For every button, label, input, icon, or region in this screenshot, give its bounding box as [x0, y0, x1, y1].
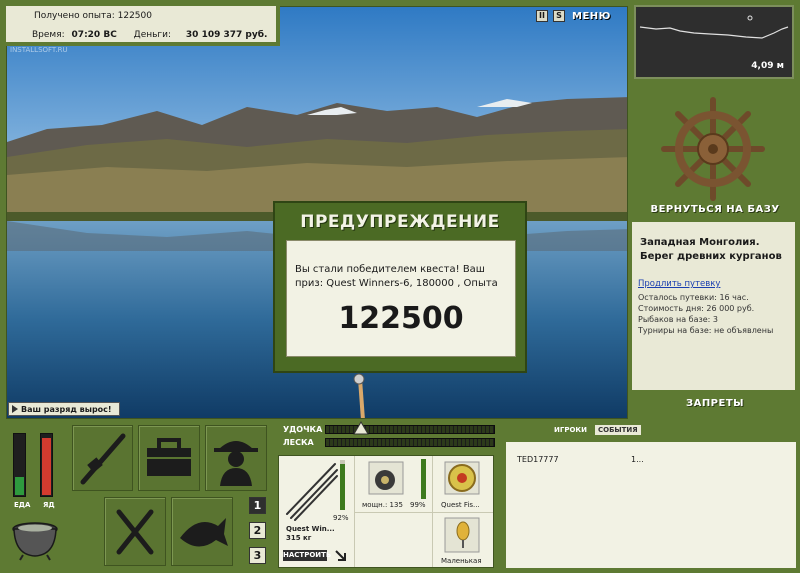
pause-button[interactable]: II: [536, 10, 548, 22]
hud-info-panel: Получено опыта: 122500 Время: 07:20 ВС Д…: [6, 6, 280, 46]
sound-button[interactable]: S: [553, 10, 565, 22]
extend-trip-link[interactable]: Продлить путевку: [638, 279, 720, 289]
time-money-row: Время: 07:20 ВС Деньги: 30 109 377 руб.: [32, 30, 267, 40]
experience-label: Получено опыта:: [34, 11, 115, 21]
players-tabs: ИГРОКИ СОБЫТИЯ: [554, 425, 641, 435]
depth-value: 4,09 м: [751, 61, 784, 71]
top-controls: II S МЕНЮ: [536, 9, 611, 23]
food-level-fill: [15, 477, 24, 495]
time-value: 07:20 ВС: [71, 30, 117, 40]
tab-players[interactable]: ИГРОКИ: [554, 426, 587, 434]
player-value: 1...: [631, 455, 644, 464]
line-tension-bar: [325, 438, 495, 447]
anglers-count: Рыбаков на базе: 3: [638, 315, 718, 324]
warning-title: ПРЕДУПРЕЖДЕНИЕ: [300, 212, 500, 232]
time-label: Время:: [32, 30, 65, 40]
line-name: Quest Fis...: [441, 501, 480, 509]
rod-durability-fill: [340, 464, 345, 510]
ship-wheel-icon[interactable]: [660, 96, 766, 202]
return-to-base-button[interactable]: ВЕРНУТЬСЯ НА БАЗУ: [630, 204, 800, 215]
food-label: ЕДА: [14, 501, 31, 509]
money-value: 30 109 377 руб.: [185, 30, 268, 40]
slot-2-button[interactable]: 2: [249, 522, 266, 539]
rod-tile[interactable]: [72, 425, 133, 491]
fish-tile[interactable]: [171, 497, 233, 566]
tournaments-status: Турниры на базе: не объявлены: [638, 326, 774, 335]
fishing-rod-icon: [80, 433, 126, 485]
rod-item-icon: [286, 463, 338, 521]
spinner-lure-icon: [444, 517, 480, 553]
line-spool-icon: [444, 461, 480, 495]
slot-1-button[interactable]: 1: [249, 497, 266, 514]
location-info-panel: Западная Монголия. Берег древних кургано…: [632, 222, 795, 390]
rod-bar-label: УДОЧКА: [283, 425, 323, 434]
location-name: Западная Монголия. Берег древних кургано…: [640, 236, 782, 264]
cauldron-icon[interactable]: [9, 511, 61, 561]
reel-slot[interactable]: мощн.: 135 99%: [355, 456, 433, 512]
angler-tile[interactable]: [205, 425, 267, 491]
warning-value: 122500: [338, 301, 464, 336]
knife-fork-icon: [116, 509, 154, 555]
rd-gauge: [40, 433, 53, 497]
watermark: INSTALLSOFT.RU: [10, 46, 68, 54]
reel-durability-bar: [421, 459, 426, 499]
reel-durability: 99%: [410, 501, 426, 509]
money-label: Деньги:: [133, 30, 172, 40]
arrow-right-icon: [12, 405, 18, 413]
food-tile[interactable]: [104, 497, 166, 566]
bobber-marker-icon: [747, 15, 753, 21]
rod-durability-bar: [340, 460, 345, 510]
slot-3-button[interactable]: 3: [249, 547, 266, 564]
warning-body: Вы стали победителем квеста! Ваш приз: Q…: [286, 240, 516, 357]
warning-text: Вы стали победителем квеста! Ваш приз: Q…: [295, 264, 498, 289]
reel-power: мощн.: 135: [362, 501, 403, 509]
empty-slot[interactable]: [355, 512, 433, 567]
experience-value: 122500: [117, 11, 152, 21]
tackle-box-tile[interactable]: [138, 425, 200, 491]
tab-events[interactable]: СОБЫТИЯ: [594, 425, 641, 435]
rank-up-message[interactable]: Ваш разряд вырос!: [8, 402, 120, 416]
location-region: Западная Монголия.: [640, 237, 760, 248]
tune-button[interactable]: НАСТРОИТЬ: [283, 550, 331, 561]
rd-label: ЯД: [43, 501, 55, 509]
trip-time-left: Осталось путевки: 16 час.: [638, 293, 749, 302]
rank-up-text: Ваш разряд вырос!: [21, 404, 112, 414]
reel-durability-fill: [421, 459, 426, 499]
location-spot: Берег древних курганов: [640, 251, 782, 262]
warning-dialog[interactable]: ПРЕДУПРЕЖДЕНИЕ Вы стали победителем квес…: [273, 201, 527, 373]
day-cost: Стоимость дня: 26 000 руб.: [638, 304, 755, 313]
line-slot[interactable]: Quest Fis...: [433, 456, 493, 512]
rod-name: Quest Win...: [286, 525, 335, 533]
depth-sounder: 4,09 м: [634, 5, 794, 79]
food-gauge: [13, 433, 26, 497]
rod-weight: 315 кг: [286, 534, 312, 542]
tackle-box-icon: [147, 438, 191, 476]
rd-level-fill: [42, 438, 51, 495]
reel-item-icon: [368, 461, 404, 495]
arrow-down-right-icon[interactable]: [334, 549, 348, 563]
rod-tension-bar: [325, 425, 495, 434]
trip-details: Осталось путевки: 16 час. Стоимость дня:…: [638, 292, 773, 336]
lure-name: Маленькая: [441, 557, 482, 565]
menu-button[interactable]: МЕНЮ: [572, 11, 611, 22]
fish-icon: [180, 518, 228, 547]
player-name[interactable]: TED17777: [517, 455, 559, 464]
angler-icon: [214, 441, 258, 486]
experience-readout: Получено опыта: 122500: [34, 11, 152, 21]
lure-slot[interactable]: Маленькая: [433, 512, 493, 567]
tension-marker-icon: [353, 421, 369, 435]
bans-button[interactable]: ЗАПРЕТЫ: [630, 398, 800, 409]
player-list: TED17777 1...: [506, 442, 796, 568]
rod-durability: 92%: [333, 514, 349, 522]
line-bar-label: ЛЕСКА: [283, 438, 314, 447]
